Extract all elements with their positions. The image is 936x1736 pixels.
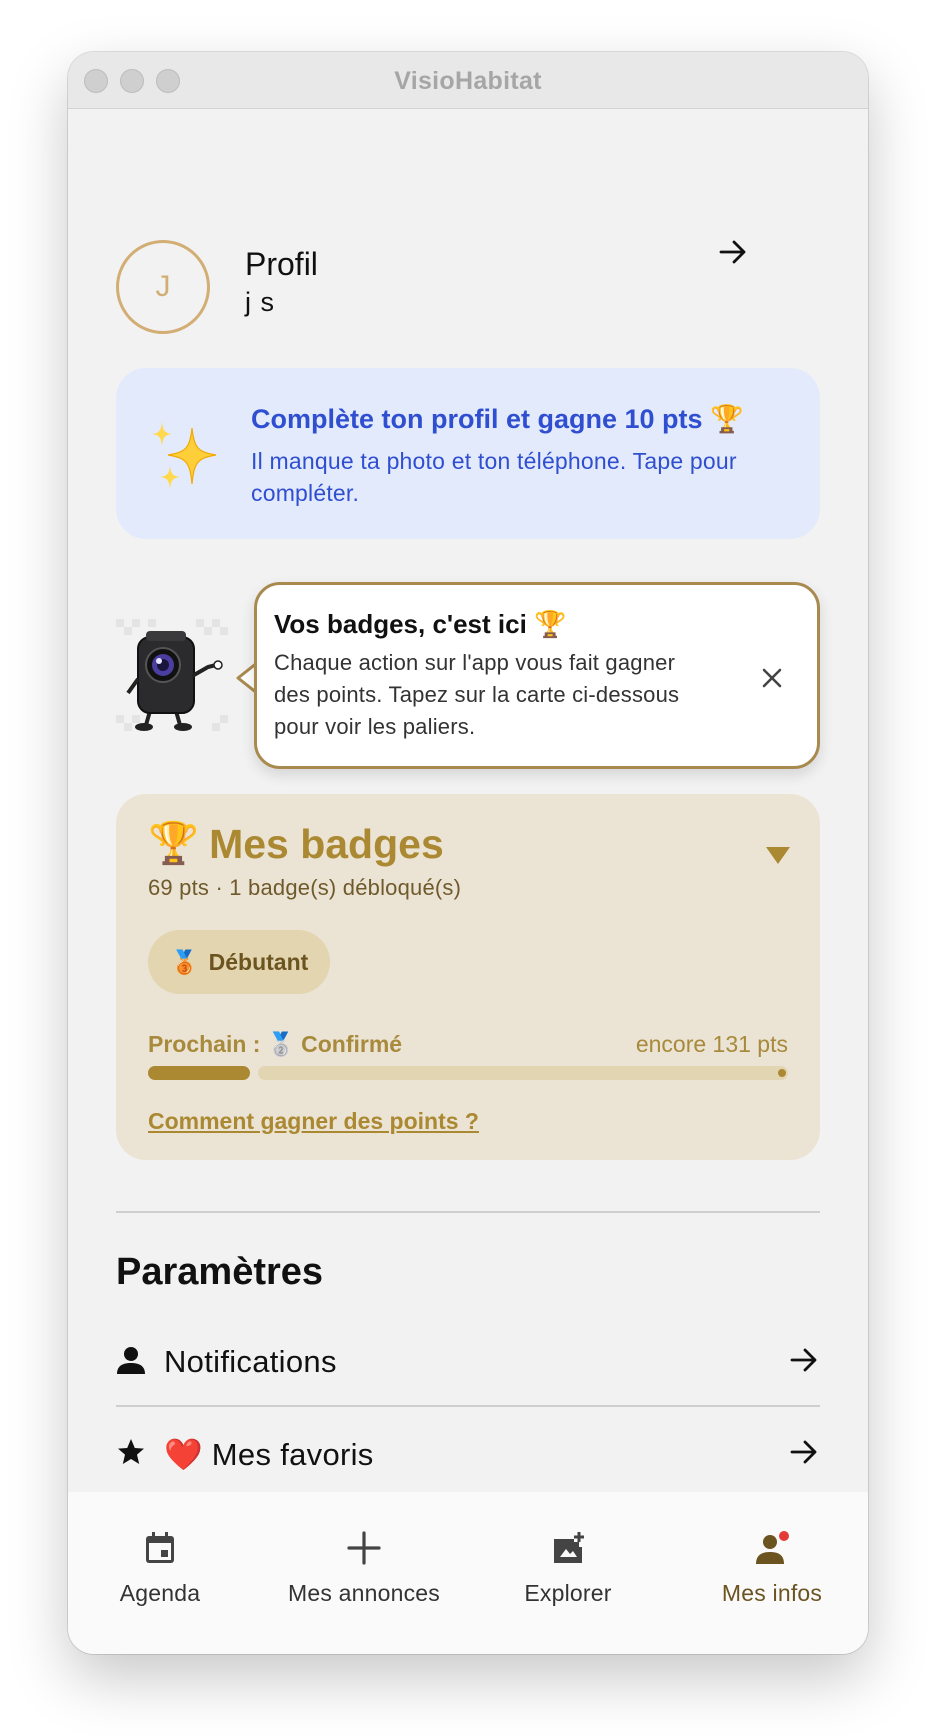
- chevron-down-icon[interactable]: [764, 844, 792, 866]
- level-progress-bar: [148, 1066, 788, 1080]
- settings-title: Paramètres: [116, 1251, 324, 1293]
- next-level-label: Confirmé: [301, 1031, 403, 1057]
- nav-item-mes-infos[interactable]: Mes infos: [682, 1492, 862, 1654]
- tooltip-title: Vos badges, c'est ici 🏆: [274, 609, 567, 639]
- star-icon: [118, 1439, 144, 1464]
- nav-item-explorer[interactable]: Explorer: [478, 1492, 658, 1654]
- promo-title: Complète ton profil et gagne 10 pts 🏆: [251, 404, 744, 434]
- nav-label: Explorer: [524, 1580, 612, 1606]
- nav-item-mes-annonces[interactable]: Mes annonces: [274, 1492, 454, 1654]
- silver-medal-icon: 🥈: [266, 1031, 296, 1057]
- settings-item-notifications[interactable]: Notifications: [116, 1315, 820, 1405]
- current-level-badge: 🥉 Débutant: [148, 930, 331, 994]
- nav-item-agenda[interactable]: Agenda: [70, 1492, 250, 1654]
- settings-item-favorites[interactable]: ❤️ Mes favoris: [116, 1407, 820, 1497]
- badges-title-label: Mes badges: [209, 820, 444, 867]
- bronze-medal-icon: 🥉: [170, 948, 199, 975]
- section-divider: [116, 1211, 820, 1213]
- current-level-label: Débutant: [208, 948, 309, 975]
- badges-title: 🏆 Mes badges: [148, 820, 444, 868]
- add-photo-icon: [554, 1532, 584, 1563]
- nav-label: Mes annonces: [288, 1580, 440, 1606]
- badges-tooltip: Vos badges, c'est ici 🏆 Chaque action su…: [254, 582, 820, 769]
- app-window: VisioHabitat J Profil j s Complète ton p…: [68, 52, 868, 1654]
- how-to-earn-points-link[interactable]: Comment gagner des points ?: [148, 1108, 479, 1135]
- avatar[interactable]: J: [116, 240, 210, 334]
- arrow-right-icon: [790, 1348, 817, 1372]
- person-icon: [117, 1347, 145, 1374]
- arrow-right-icon: [790, 1440, 817, 1464]
- bottom-navigation: Agenda Mes annonces Explorer Mes infos: [68, 1492, 868, 1654]
- nav-label: Agenda: [119, 1580, 201, 1606]
- tooltip-text: Chaque action sur l'app vous fait gagner…: [274, 650, 680, 739]
- trophy-icon: 🏆: [148, 820, 200, 866]
- promo-text: Il manque ta photo et ton téléphone. Tap…: [251, 448, 737, 506]
- plus-icon: [347, 1531, 381, 1565]
- person-badge-icon: [756, 1531, 789, 1564]
- next-level: Prochain : 🥈 Confirmé: [148, 1031, 402, 1058]
- profile-title: Profil: [245, 246, 318, 282]
- badges-card[interactable]: 🏆 Mes badges 69 pts · 1 badge(s) débloqu…: [116, 794, 820, 1160]
- profile-name: j s: [245, 287, 275, 317]
- title-bar: VisioHabitat: [68, 52, 868, 109]
- profile-arrow-icon[interactable]: [717, 236, 749, 268]
- profile-screen: J Profil j s Complète ton profil et gagn…: [68, 109, 868, 1654]
- points-remaining: encore 131 pts: [635, 1031, 788, 1057]
- complete-profile-banner[interactable]: Complète ton profil et gagne 10 pts 🏆 Il…: [116, 368, 820, 539]
- settings-item-label: ❤️ Mes favoris: [164, 1437, 374, 1472]
- window-title: VisioHabitat: [394, 67, 542, 95]
- calendar-icon: [146, 1532, 174, 1563]
- settings-item-label: Notifications: [164, 1344, 337, 1379]
- mascot-camera-image: [116, 619, 232, 735]
- close-icon[interactable]: [757, 663, 787, 693]
- next-level-prefix: Prochain :: [148, 1031, 261, 1057]
- sparkles-icon: [152, 422, 217, 489]
- nav-label: Mes infos: [721, 1580, 823, 1606]
- badges-summary: 69 pts · 1 badge(s) débloqué(s): [148, 875, 462, 900]
